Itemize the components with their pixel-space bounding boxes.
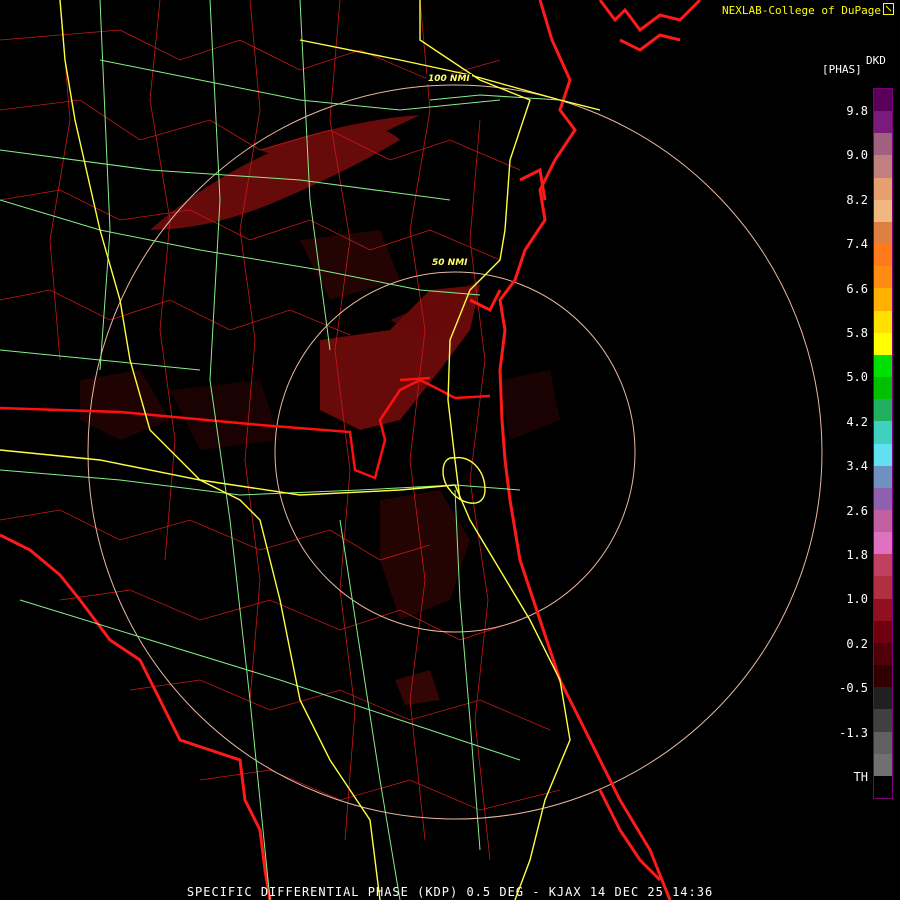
scale-tick-label: 1.8 — [846, 548, 868, 562]
color-swatch — [874, 111, 892, 134]
color-swatch — [874, 487, 892, 510]
scale-tick-label: TH — [853, 770, 868, 784]
roads — [0, 0, 601, 900]
scale-tick-label: 9.8 — [846, 104, 868, 118]
scale-tick-label: -1.3 — [839, 725, 868, 740]
color-swatch — [874, 554, 892, 577]
scale-tick-label: 4.2 — [846, 414, 868, 429]
color-swatch — [874, 532, 892, 555]
color-swatch — [874, 266, 892, 289]
color-swatch — [874, 288, 892, 311]
scale-tick-label: 6.6 — [846, 281, 868, 296]
color-swatch — [874, 598, 892, 621]
color-swatch — [874, 775, 892, 798]
color-swatch — [874, 310, 892, 333]
echo-region — [80, 115, 560, 705]
color-swatch — [874, 244, 892, 267]
color-swatch — [874, 199, 892, 222]
color-swatch — [874, 89, 892, 112]
ring-label-100nmi: 100 NMI — [426, 74, 472, 84]
link-icon[interactable] — [883, 3, 894, 15]
color-swatch — [874, 399, 892, 422]
scale-tick-label: 8.2 — [846, 192, 868, 207]
color-swatch — [874, 465, 892, 488]
radar-map — [0, 0, 823, 900]
color-swatch — [874, 687, 892, 710]
scale-tick-label: 0.2 — [846, 636, 868, 651]
scale-tick-label: 3.4 — [846, 459, 868, 474]
scale-tick-label: 2.6 — [846, 503, 868, 518]
color-swatch — [874, 509, 892, 533]
color-swatch — [874, 709, 892, 732]
color-swatch — [874, 620, 892, 643]
credit-text: NEXLAB-College of DuPage — [722, 3, 894, 17]
ring-label-50nmi: 50 NMI — [430, 258, 470, 268]
scale-tick-label: -0.5 — [839, 681, 868, 696]
scale-tick-label: 5.8 — [846, 326, 868, 340]
color-swatch — [874, 155, 892, 178]
color-swatch — [874, 421, 892, 444]
product-title: SPECIFIC DIFFERENTIAL PHASE (KDP) 0.5 DE… — [186, 885, 714, 899]
radar-display: NEXLAB-College of DuPage DKD [PHAS] 9.8 9… — [0, 0, 900, 900]
color-swatch — [874, 354, 892, 378]
color-swatch — [874, 221, 892, 245]
scale-tick-label: 1.0 — [846, 592, 868, 607]
color-swatch — [874, 642, 892, 666]
color-scale-bar — [873, 88, 893, 799]
color-swatch — [874, 443, 892, 466]
scale-tick-label: 7.4 — [846, 237, 868, 252]
color-swatch — [874, 377, 892, 400]
legend-product: DKD — [866, 54, 886, 67]
color-swatch — [874, 665, 892, 688]
color-swatch — [874, 133, 892, 156]
highways — [0, 0, 601, 900]
scale-tick-label: 5.0 — [846, 370, 868, 385]
color-swatch — [874, 731, 892, 754]
color-swatch — [874, 332, 892, 355]
color-swatch — [874, 753, 892, 776]
color-swatch — [874, 177, 892, 200]
color-swatch — [874, 576, 892, 599]
scale-tick-label: 9.0 — [846, 148, 868, 163]
legend-units: [PHAS] — [822, 63, 862, 76]
